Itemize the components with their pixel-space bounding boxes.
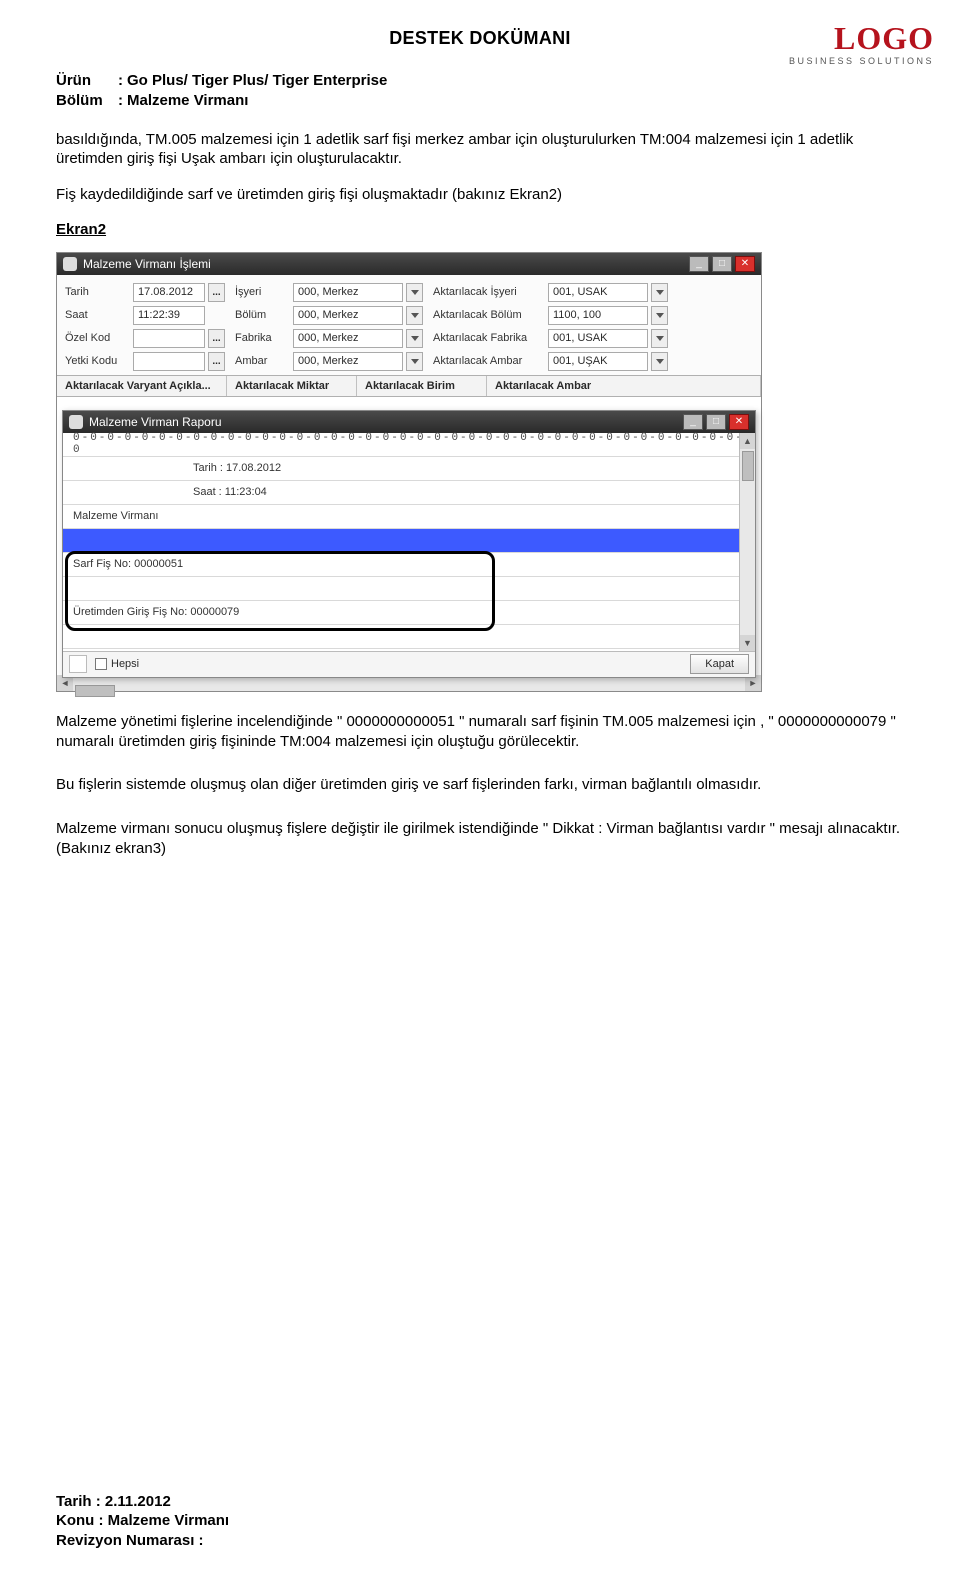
- label-akt-ambar: Aktarılacak Ambar: [433, 355, 522, 367]
- grid-col-varyant[interactable]: Aktarılacak Varyant Açıkla...: [57, 376, 227, 396]
- titlebar-1[interactable]: Malzeme Virmanı İşlemi _ □ ✕: [57, 253, 761, 275]
- window-close-icon[interactable]: ✕: [735, 256, 755, 272]
- report-footer-icon[interactable]: [69, 655, 87, 673]
- paragraph-1: basıldığında, TM.005 malzemesi için 1 ad…: [56, 130, 904, 170]
- footer-konu: Konu : Malzeme Virmanı: [56, 1511, 229, 1531]
- input-yetki[interactable]: [133, 352, 205, 371]
- vscroll-thumb[interactable]: [742, 451, 754, 481]
- input-akt-bolum[interactable]: 1100, 100: [548, 306, 648, 325]
- tarih-picker-icon[interactable]: ...: [208, 283, 225, 302]
- label-yetki: Yetki Kodu: [65, 355, 117, 367]
- report-row-saat: Saat : 11:23:04: [63, 481, 755, 505]
- window-malzeme-virman-raporu: Malzeme Virman Raporu _ □ ✕ 0-0-0-0-0-0-…: [62, 410, 756, 678]
- label-bolum: Bölüm: [235, 309, 266, 321]
- meta-urun-value: Go Plus/ Tiger Plus/ Tiger Enterprise: [127, 71, 387, 91]
- raporu-close-icon[interactable]: ✕: [729, 414, 749, 430]
- hepsi-checkbox[interactable]: Hepsi: [95, 658, 139, 670]
- bolum-dropdown-icon[interactable]: [406, 306, 423, 325]
- meta-bolum-value: Malzeme Virmanı: [127, 91, 248, 111]
- isyeri-dropdown-icon[interactable]: [406, 283, 423, 302]
- form-area: Tarih Saat Özel Kod Yetki Kodu 17.08.201…: [57, 275, 761, 375]
- report-row-blank-2: [63, 625, 755, 649]
- page-footer: Tarih : 2.11.2012 Konu : Malzeme Virmanı…: [56, 1492, 229, 1551]
- vscroll-up-icon[interactable]: ▲: [740, 433, 755, 449]
- akt-isyeri-dropdown-icon[interactable]: [651, 283, 668, 302]
- meta-bolum-label: Bölüm: [56, 91, 118, 111]
- report-vscrollbar[interactable]: ▲ ▼: [739, 433, 755, 651]
- raporu-minimize-icon[interactable]: _: [683, 414, 703, 430]
- report-row-tarih: Tarih : 17.08.2012: [63, 457, 755, 481]
- titlebar-2[interactable]: Malzeme Virman Raporu _ □ ✕: [63, 411, 755, 433]
- hscroll-thumb[interactable]: [75, 685, 115, 697]
- logo-brand: LOGO: [789, 22, 934, 54]
- vscroll-down-icon[interactable]: ▼: [740, 635, 755, 651]
- label-ambar: Ambar: [235, 355, 267, 367]
- logo: LOGO BUSINESS SOLUTIONS: [789, 22, 934, 66]
- grid-col-miktar[interactable]: Aktarılacak Miktar: [227, 376, 357, 396]
- checkbox-icon[interactable]: [95, 658, 107, 670]
- input-akt-fabrika[interactable]: 001, USAK: [548, 329, 648, 348]
- input-isyeri[interactable]: 000, Merkez: [293, 283, 403, 302]
- input-bolum[interactable]: 000, Merkez: [293, 306, 403, 325]
- report-row-sarf: Sarf Fiş No: 00000051: [63, 553, 755, 577]
- paragraph-5: Malzeme virmanı sonucu oluşmuş fişlere d…: [56, 819, 904, 859]
- input-fabrika[interactable]: 000, Merkez: [293, 329, 403, 348]
- yetki-lookup-icon[interactable]: ...: [208, 352, 225, 371]
- input-tarih[interactable]: 17.08.2012: [133, 283, 205, 302]
- paragraph-2: Fiş kaydedildiğinde sarf ve üretimden gi…: [56, 185, 904, 205]
- ekran2-heading: Ekran2: [56, 221, 904, 238]
- meta-urun-label: Ürün: [56, 71, 118, 91]
- hepsi-label: Hepsi: [111, 658, 139, 670]
- input-akt-isyeri[interactable]: 001, USAK: [548, 283, 648, 302]
- app-icon-2: [69, 415, 83, 429]
- akt-bolum-dropdown-icon[interactable]: [651, 306, 668, 325]
- logo-subtitle: BUSINESS SOLUTIONS: [789, 56, 934, 66]
- grid-col-ambar[interactable]: Aktarılacak Ambar: [487, 376, 761, 396]
- ozelkod-lookup-icon[interactable]: ...: [208, 329, 225, 348]
- document-title: DESTEK DOKÜMANI: [56, 28, 904, 49]
- raporu-maximize-icon[interactable]: □: [706, 414, 726, 430]
- label-tarih: Tarih: [65, 286, 89, 298]
- label-akt-bolum: Aktarılacak Bölüm: [433, 309, 522, 321]
- fabrika-dropdown-icon[interactable]: [406, 329, 423, 348]
- input-akt-ambar[interactable]: 001, UŞAK: [548, 352, 648, 371]
- window-title-2: Malzeme Virman Raporu: [89, 415, 222, 429]
- input-ambar[interactable]: 000, Merkez: [293, 352, 403, 371]
- report-row-divider: 0-0-0-0-0-0-0-0-0-0-0-0-0-0-0-0-0-0-0-0-…: [63, 433, 755, 457]
- report-row-selected[interactable]: [63, 529, 755, 553]
- grid-header: Aktarılacak Varyant Açıkla... Aktarılaca…: [57, 375, 761, 397]
- label-akt-isyeri: Aktarılacak İşyeri: [433, 286, 517, 298]
- footer-rev: Revizyon Numarası :: [56, 1531, 229, 1551]
- footer-tarih: Tarih : 2.11.2012: [56, 1492, 229, 1512]
- akt-fabrika-dropdown-icon[interactable]: [651, 329, 668, 348]
- window-minimize-icon[interactable]: _: [689, 256, 709, 272]
- label-ozelkod: Özel Kod: [65, 332, 110, 344]
- ambar-dropdown-icon[interactable]: [406, 352, 423, 371]
- label-fabrika: Fabrika: [235, 332, 272, 344]
- label-akt-fabrika: Aktarılacak Fabrika: [433, 332, 527, 344]
- kapat-button[interactable]: Kapat: [690, 654, 749, 674]
- app-icon: [63, 257, 77, 271]
- input-ozelkod[interactable]: [133, 329, 205, 348]
- document-meta: Ürün : Go Plus/ Tiger Plus/ Tiger Enterp…: [56, 71, 904, 112]
- akt-ambar-dropdown-icon[interactable]: [651, 352, 668, 371]
- window-title-1: Malzeme Virmanı İşlemi: [83, 257, 211, 271]
- report-footer: Hepsi Kapat: [63, 651, 755, 677]
- report-row-blank-1: [63, 577, 755, 601]
- paragraph-4: Bu fişlerin sistemde oluşmuş olan diğer …: [56, 775, 904, 795]
- label-saat: Saat: [65, 309, 88, 321]
- input-saat[interactable]: 11:22:39: [133, 306, 205, 325]
- report-row-uretimden: Üretimden Giriş Fiş No: 00000079: [63, 601, 755, 625]
- paragraph-3: Malzeme yönetimi fişlerine incelendiğind…: [56, 712, 904, 752]
- report-row-heading: Malzeme Virmanı: [63, 505, 755, 529]
- window-maximize-icon[interactable]: □: [712, 256, 732, 272]
- label-isyeri: İşyeri: [235, 286, 261, 298]
- grid-col-birim[interactable]: Aktarılacak Birim: [357, 376, 487, 396]
